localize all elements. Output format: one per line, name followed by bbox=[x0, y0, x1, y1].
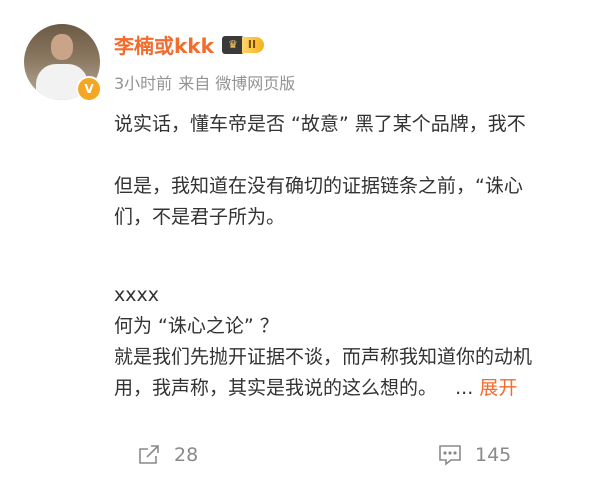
author-name[interactable]: 李楠或kkk bbox=[114, 30, 214, 59]
avatar[interactable]: V bbox=[24, 24, 102, 102]
content-line: 何为 “诛心之论” ？ bbox=[114, 315, 279, 337]
share-icon bbox=[139, 445, 159, 464]
post-content: 说实话，懂车帝是否 “故意” 黑了某个品牌，我不 但是，我知道在没有确切的证据链… bbox=[114, 109, 593, 404]
verified-badge-icon: V bbox=[76, 76, 102, 102]
content-line: xxxx bbox=[114, 284, 159, 306]
content-line-text: 用，我声称，其实是我说的这么想的。 bbox=[114, 377, 438, 399]
post-source: 来自 微博网页版 bbox=[178, 74, 296, 93]
repost-count: 28 bbox=[174, 444, 199, 466]
level-label: II bbox=[241, 36, 265, 53]
action-bar: 28 145 bbox=[0, 442, 593, 478]
content-line: 就是我们先抛开证据不谈，而声称我知道你的动机 bbox=[114, 346, 533, 368]
avatar-head-shape bbox=[51, 34, 73, 60]
crown-icon: ♛ bbox=[221, 35, 244, 54]
content-line: 但是，我知道在没有确切的证据链条之前，“诛心 bbox=[114, 175, 523, 197]
comment-count: 145 bbox=[475, 444, 512, 466]
content-line: 们，不是君子所为。 bbox=[114, 206, 286, 228]
post-meta: 3小时前 来自 微博网页版 bbox=[114, 70, 295, 94]
content-line-last: 用，我声称，其实是我说的这么想的。 ... 展开 bbox=[114, 373, 593, 404]
ellipsis: ... bbox=[455, 377, 474, 399]
post-time[interactable]: 3小时前 bbox=[114, 70, 172, 94]
author-row: 李楠或kkk ♛ II bbox=[114, 30, 265, 59]
repost-button[interactable]: 28 bbox=[136, 442, 198, 468]
content-line: 说实话，懂车帝是否 “故意” 黑了某个品牌，我不 bbox=[114, 113, 526, 135]
expand-link[interactable]: 展开 bbox=[479, 377, 517, 399]
level-badge[interactable]: ♛ II bbox=[221, 35, 265, 54]
comment-icon bbox=[439, 445, 461, 466]
comment-button[interactable]: 145 bbox=[437, 442, 511, 468]
